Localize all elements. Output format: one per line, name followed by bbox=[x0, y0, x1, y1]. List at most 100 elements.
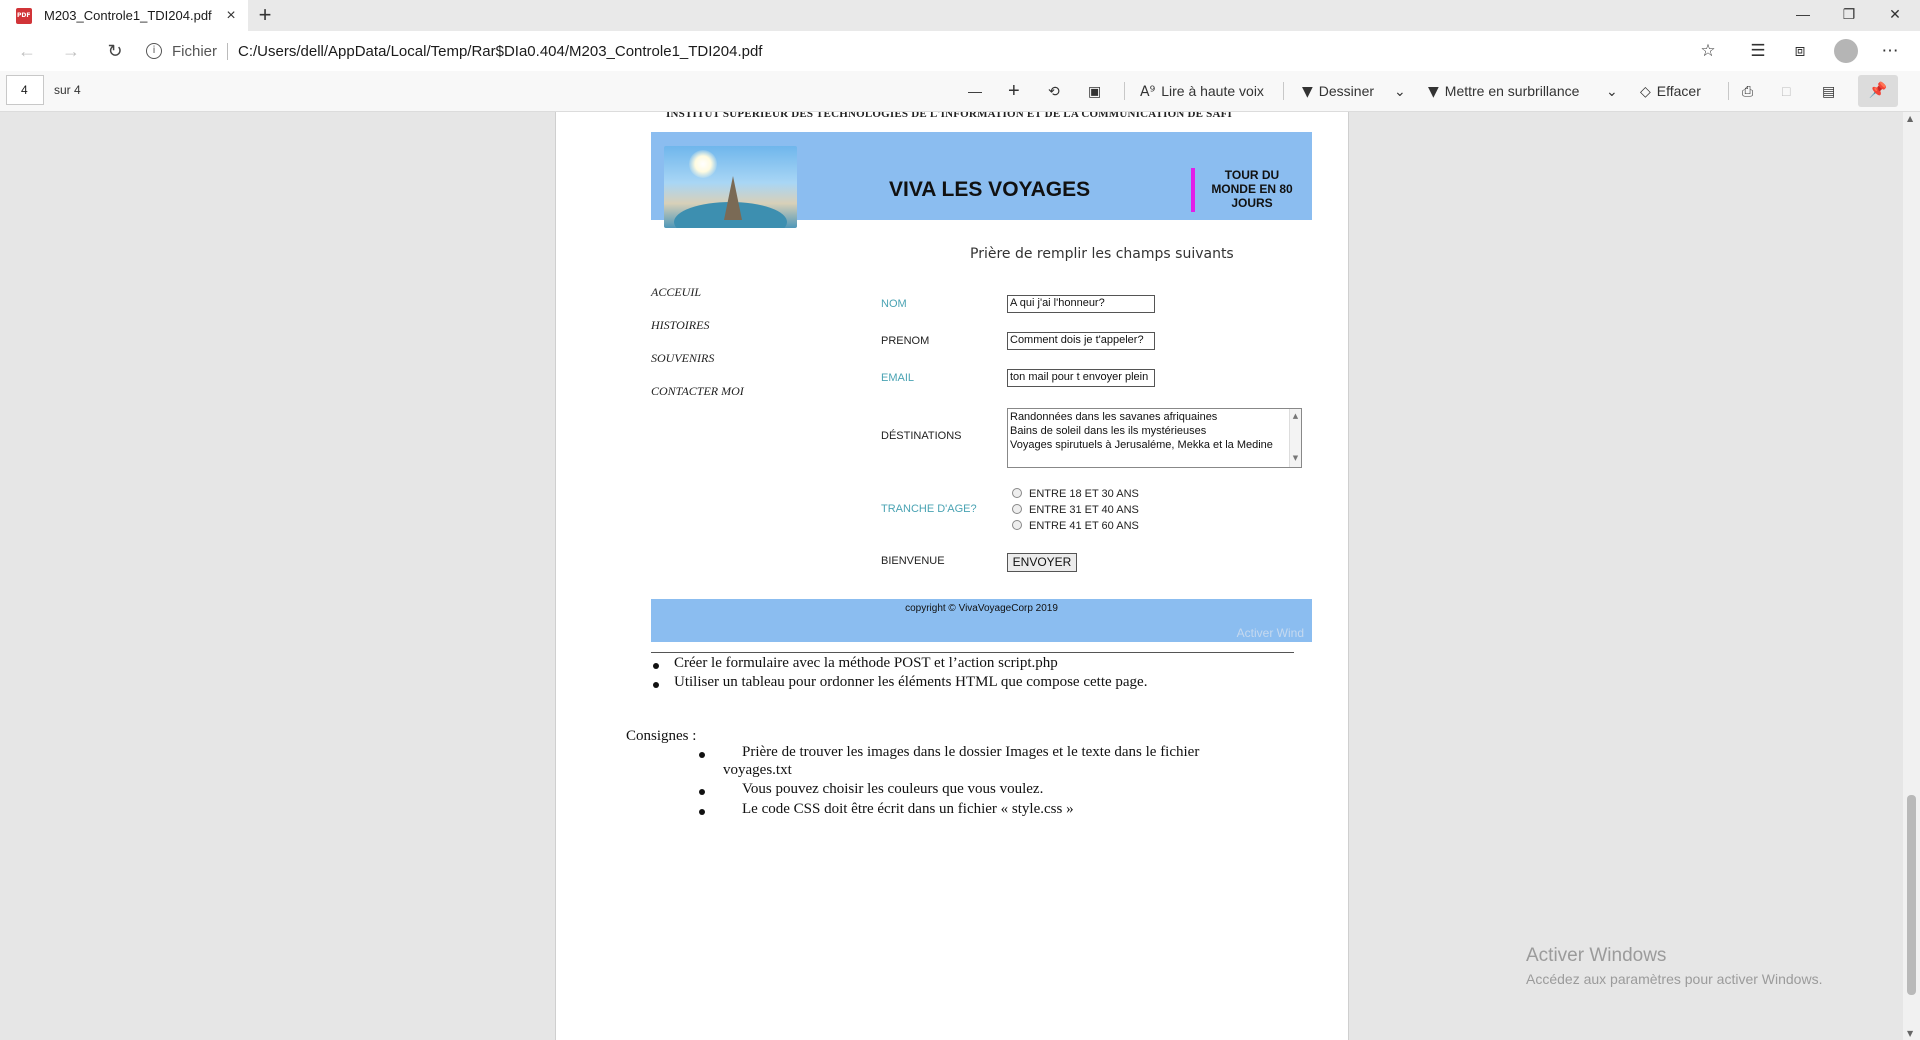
email-field: ton mail pour t envoyer plein bbox=[1007, 369, 1155, 387]
consigne-item: Le code CSS doit être écrit dans un fich… bbox=[742, 801, 1074, 817]
tab-title: M203_Controle1_TDI204.pdf bbox=[44, 8, 212, 23]
zoom-in-icon[interactable]: + bbox=[1008, 79, 1020, 103]
bullet-icon bbox=[653, 682, 659, 688]
toolbar-divider bbox=[1283, 82, 1284, 100]
bienvenue-label: BIENVENUE bbox=[881, 555, 945, 567]
prenom-field: Comment dois je t'appeler? bbox=[1007, 332, 1155, 350]
tour-line: TOUR DU bbox=[1224, 168, 1280, 182]
chevron-down-icon[interactable]: ⌄ bbox=[1394, 79, 1406, 103]
mockup-footer: copyright © VivaVoyageCorp 2019 Activer … bbox=[651, 599, 1312, 642]
nom-label: NOM bbox=[881, 298, 907, 310]
bullet-icon bbox=[653, 663, 659, 669]
toolbar-divider bbox=[1124, 82, 1125, 100]
mockup-nav-item: CONTACTER MOI bbox=[651, 384, 744, 398]
task-item: Utiliser un tableau pour ordonner les él… bbox=[674, 674, 1148, 690]
consigne-item-continuation: voyages.txt bbox=[723, 762, 792, 778]
scroll-down-arrow-icon[interactable]: ▼ bbox=[1907, 1029, 1913, 1038]
print-icon[interactable]: ⎙ bbox=[1742, 79, 1753, 103]
forward-arrow-icon[interactable]: → bbox=[56, 37, 86, 65]
mockup-nav-item: SOUVENIRS bbox=[651, 351, 715, 365]
address-bar: ← → ↻ i Fichier C:/Users/dell/AppData/Lo… bbox=[0, 31, 1920, 71]
tab-strip: M203_Controle1_TDI204.pdf × + — ❐ ✕ bbox=[0, 0, 1920, 31]
pdf-file-icon bbox=[16, 7, 32, 24]
draw-label: Dessiner bbox=[1318, 83, 1375, 99]
email-label: EMAIL bbox=[881, 372, 915, 384]
scrollbar-thumb[interactable] bbox=[1907, 795, 1916, 995]
age-radio bbox=[1012, 520, 1022, 530]
url-text[interactable]: C:/Users/dell/AppData/Local/Temp/Rar$DIa… bbox=[238, 43, 762, 60]
mockup-nav-item: ACCEUIL bbox=[651, 285, 702, 299]
more-icon[interactable]: ⋯ bbox=[1874, 37, 1906, 65]
highlight-icon: ▼ bbox=[1428, 84, 1439, 100]
mockup-tour-text: TOUR DU MONDE EN 80 JOURS bbox=[1197, 168, 1307, 210]
vertical-scrollbar[interactable]: ▲ ▼ bbox=[1903, 112, 1920, 1040]
site-info-label[interactable]: Fichier bbox=[172, 42, 229, 60]
age-option-label: ENTRE 18 ET 30 ANS bbox=[1029, 488, 1139, 500]
fit-page-icon[interactable]: ▣ bbox=[1088, 79, 1101, 103]
mockup-prompt: Prière de remplir les champs suivants bbox=[970, 246, 1234, 262]
pdf-viewport[interactable]: INSTITUT SUPERIEUR DES TECHNOLOGIES DE L… bbox=[0, 112, 1920, 1040]
age-radio bbox=[1012, 488, 1022, 498]
url-field[interactable]: i Fichier C:/Users/dell/AppData/Local/Te… bbox=[146, 36, 1730, 66]
highlight-button[interactable]: ▼ Mettre en surbrillance bbox=[1428, 79, 1579, 103]
collections-icon[interactable]: ⧈ bbox=[1784, 37, 1816, 65]
toolbar-divider bbox=[1728, 82, 1729, 100]
consigne-item: Vous pouvez choisir les couleurs que vou… bbox=[742, 781, 1044, 797]
destination-option: Bains de soleil dans les ils mystérieuse… bbox=[1010, 425, 1207, 437]
windows-activation-watermark: Activer Windows Accédez aux paramètres p… bbox=[1526, 945, 1822, 987]
read-aloud-label: Lire à haute voix bbox=[1161, 83, 1264, 99]
read-aloud-icon: A⁹ bbox=[1140, 84, 1156, 100]
nom-field: A qui j'ai l'honneur? bbox=[1007, 295, 1155, 313]
accent-bar bbox=[1191, 168, 1195, 212]
chevron-down-icon[interactable]: ⌄ bbox=[1606, 79, 1618, 103]
age-option-label: ENTRE 31 ET 40 ANS bbox=[1029, 504, 1139, 516]
tab-close-button[interactable]: × bbox=[220, 7, 242, 25]
erase-label: Effacer bbox=[1656, 83, 1701, 99]
restore-button[interactable]: ❐ bbox=[1826, 0, 1872, 31]
back-arrow-icon[interactable]: ← bbox=[12, 37, 42, 65]
save-as-icon[interactable]: ▤ bbox=[1822, 79, 1835, 103]
destination-option: Randonnées dans les savanes afriquaines bbox=[1010, 411, 1218, 423]
destinations-label: DÉSTINATIONS bbox=[881, 430, 962, 442]
new-tab-button[interactable]: + bbox=[252, 3, 278, 29]
mockup-nav-item: HISTOIRES bbox=[651, 318, 710, 332]
page-count-label: sur 4 bbox=[54, 83, 81, 97]
textarea-scrollbar: ▲ ▼ bbox=[1289, 409, 1301, 467]
pdf-toolbar: 4 sur 4 — + ⟲ ▣ A⁹ Lire à haute voix ▼ Des… bbox=[0, 71, 1920, 112]
eraser-icon: ◇ bbox=[1640, 84, 1651, 100]
mockup-site-title: VIVA LES VOYAGES bbox=[889, 178, 1091, 201]
scroll-up-arrow-icon[interactable]: ▲ bbox=[1907, 114, 1913, 123]
tour-line: MONDE EN 80 bbox=[1211, 182, 1293, 196]
travel-logo-image bbox=[664, 146, 797, 228]
destination-option: Voyages spirutuels à Jerusaléme, Mekka e… bbox=[1010, 439, 1273, 451]
browser-tab[interactable]: M203_Controle1_TDI204.pdf × bbox=[0, 0, 248, 31]
save-icon[interactable]: □ bbox=[1782, 79, 1790, 103]
bullet-icon bbox=[699, 752, 705, 758]
envoyer-button: ENVOYER bbox=[1007, 553, 1077, 572]
star-icon[interactable]: ☆ bbox=[1692, 37, 1724, 65]
pin-toolbar-icon[interactable]: 📌 bbox=[1858, 75, 1898, 107]
age-radio bbox=[1012, 504, 1022, 514]
consignes-title: Consignes : bbox=[626, 728, 697, 744]
info-icon[interactable]: i bbox=[146, 43, 162, 59]
refresh-icon[interactable]: ↻ bbox=[100, 37, 130, 65]
bullet-icon bbox=[699, 789, 705, 795]
zoom-out-icon[interactable]: — bbox=[968, 79, 982, 103]
favorites-icon[interactable]: ☰ bbox=[1742, 37, 1774, 65]
draw-button[interactable]: ▼ Dessiner bbox=[1302, 79, 1374, 103]
mockup-copyright: copyright © VivaVoyageCorp 2019 bbox=[905, 603, 1058, 614]
prenom-label: PRENOM bbox=[881, 335, 930, 347]
profile-avatar[interactable] bbox=[1834, 39, 1858, 63]
draw-icon: ▼ bbox=[1302, 84, 1313, 100]
tour-line: JOURS bbox=[1231, 196, 1273, 210]
age-option-label: ENTRE 41 ET 60 ANS bbox=[1029, 520, 1139, 532]
bullet-icon bbox=[699, 809, 705, 815]
close-window-button[interactable]: ✕ bbox=[1872, 0, 1918, 31]
rotate-icon[interactable]: ⟲ bbox=[1048, 79, 1060, 103]
page-number-input[interactable]: 4 bbox=[6, 75, 44, 105]
eiffel-tower-icon bbox=[724, 176, 742, 220]
erase-button[interactable]: ◇ Effacer bbox=[1640, 79, 1701, 103]
minimize-button[interactable]: — bbox=[1780, 0, 1826, 31]
read-aloud-button[interactable]: A⁹ Lire à haute voix bbox=[1140, 79, 1264, 103]
task-item: Créer le formulaire avec la méthode POST… bbox=[674, 655, 1058, 671]
